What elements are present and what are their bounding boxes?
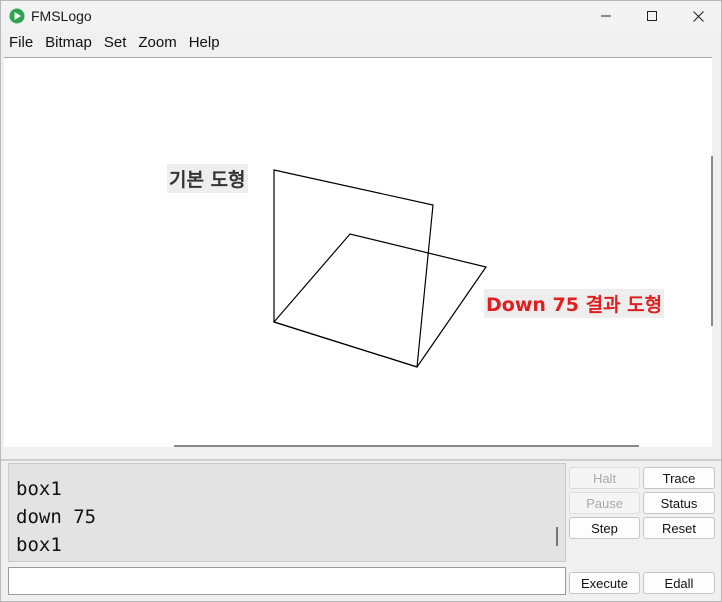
history-scrollbar[interactable]: [556, 527, 558, 546]
drawing-canvas[interactable]: 기본 도형 Down 75 결과 도형: [4, 57, 712, 447]
execute-button[interactable]: Execute: [569, 572, 640, 594]
edall-button[interactable]: Edall: [643, 572, 715, 594]
pane-divider[interactable]: [1, 459, 721, 461]
command-history[interactable]: box1 down 75 box1: [8, 463, 566, 562]
menu-help[interactable]: Help: [183, 32, 226, 54]
status-button[interactable]: Status: [643, 492, 715, 514]
maximize-button[interactable]: [629, 1, 675, 31]
history-line[interactable]: box1: [16, 534, 62, 556]
trace-button[interactable]: Trace: [643, 467, 715, 489]
minimize-button[interactable]: [583, 1, 629, 31]
menu-file[interactable]: File: [3, 32, 39, 54]
halt-button[interactable]: Halt: [569, 467, 640, 489]
canvas-vertical-scrollbar[interactable]: [711, 156, 713, 326]
minimize-icon: [601, 15, 611, 17]
close-button[interactable]: [675, 1, 721, 31]
history-line[interactable]: box1: [16, 478, 62, 500]
close-icon: [692, 10, 704, 22]
fmslogo-window: FMSLogo File Bitmap Set Zoom Help 기본 도형 …: [0, 0, 722, 602]
title-bar: FMSLogo: [1, 1, 721, 31]
menu-bar: File Bitmap Set Zoom Help: [1, 32, 721, 54]
down-75-result-shape: [272, 233, 487, 368]
command-input[interactable]: [8, 567, 566, 595]
fmslogo-app-icon: [9, 8, 25, 24]
result-shape-label: Down 75 결과 도형: [484, 289, 665, 318]
basic-shape: [273, 169, 434, 368]
menu-zoom[interactable]: Zoom: [132, 32, 182, 54]
pause-button[interactable]: Pause: [569, 492, 640, 514]
reset-button[interactable]: Reset: [643, 517, 715, 539]
maximize-icon: [647, 11, 657, 21]
menu-set[interactable]: Set: [98, 32, 133, 54]
turtle-drawing: [272, 169, 487, 368]
menu-bitmap[interactable]: Bitmap: [39, 32, 98, 54]
window-title: FMSLogo: [31, 8, 92, 24]
history-line[interactable]: down 75: [16, 506, 96, 528]
canvas-horizontal-scrollbar[interactable]: [174, 445, 639, 447]
basic-shape-label: 기본 도형: [167, 164, 248, 193]
step-button[interactable]: Step: [569, 517, 640, 539]
